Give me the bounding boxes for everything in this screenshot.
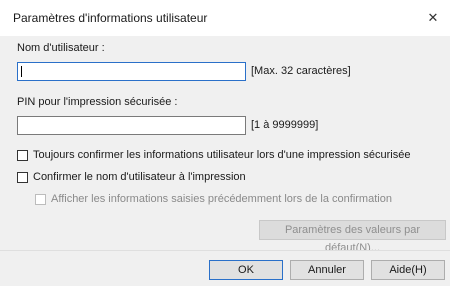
ok-button[interactable]: OK [209, 260, 283, 280]
default-values-button: Paramètres des valeurs par défaut(N)... [259, 220, 446, 254]
confirm-username-option[interactable]: Confirmer le nom d'utilisateur à l'impre… [17, 171, 437, 185]
close-icon[interactable]: ✕ [416, 4, 450, 32]
dialog-footer: OK Annuler Aide(H) [0, 250, 450, 286]
username-input[interactable] [17, 62, 246, 81]
show-entered-checkbox [35, 194, 46, 205]
help-button[interactable]: Aide(H) [371, 260, 445, 280]
confirm-username-label: Confirmer le nom d'utilisateur à l'impre… [33, 171, 246, 183]
text-caret [21, 66, 22, 77]
window-title: Paramètres d'informations utilisateur [13, 11, 208, 25]
cancel-button[interactable]: Annuler [290, 260, 364, 280]
always-confirm-checkbox[interactable] [17, 150, 28, 161]
pin-input[interactable] [17, 116, 246, 135]
user-info-settings-dialog: Paramètres d'informations utilisateur ✕ … [0, 0, 450, 286]
show-entered-label: Afficher les informations saisies précéd… [51, 193, 392, 205]
pin-hint: [1 à 9999999] [251, 119, 319, 131]
show-entered-option: Afficher les informations saisies précéd… [35, 193, 435, 207]
pin-label: PIN pour l'impression sécurisée : [17, 96, 178, 108]
title-bar: Paramètres d'informations utilisateur ✕ [0, 0, 450, 36]
username-hint: [Max. 32 caractères] [251, 65, 351, 77]
confirm-username-checkbox[interactable] [17, 172, 28, 183]
dialog-content: Nom d'utilisateur : [Max. 32 caractères]… [0, 36, 450, 254]
always-confirm-label: Toujours confirmer les informations util… [33, 149, 411, 161]
username-label: Nom d'utilisateur : [17, 42, 105, 54]
always-confirm-option[interactable]: Toujours confirmer les informations util… [17, 149, 437, 163]
